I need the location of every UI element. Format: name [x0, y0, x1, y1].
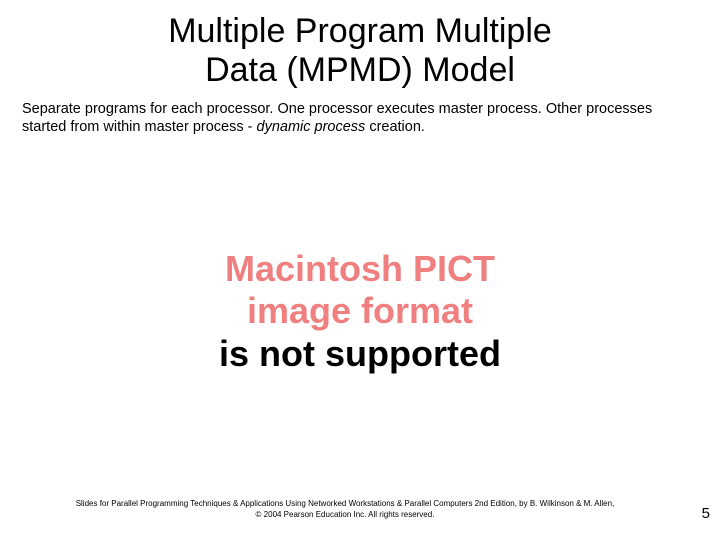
footer-line-2: © 2004 Pearson Education Inc. All rights… [256, 510, 435, 519]
title-line-1: Multiple Program Multiple [168, 12, 552, 50]
footer-line-1: Slides for Parallel Programming Techniqu… [76, 499, 615, 508]
image-placeholder: Macintosh PICT image format is not suppo… [219, 248, 501, 375]
slide-body: Separate programs for each processor. On… [0, 90, 720, 136]
body-part-2: creation. [365, 119, 425, 135]
slide-footer: Slides for Parallel Programming Techniqu… [0, 499, 690, 520]
page-number: 5 [702, 505, 710, 522]
placeholder-line-1: Macintosh PICT [219, 248, 501, 290]
slide-title: Multiple Program Multiple Data (MPMD) Mo… [0, 0, 720, 90]
body-italic: dynamic process [257, 119, 366, 135]
placeholder-line-2: image format [219, 290, 501, 332]
title-line-2: Data (MPMD) Model [205, 51, 515, 89]
placeholder-line-3: is not supported [219, 333, 501, 375]
